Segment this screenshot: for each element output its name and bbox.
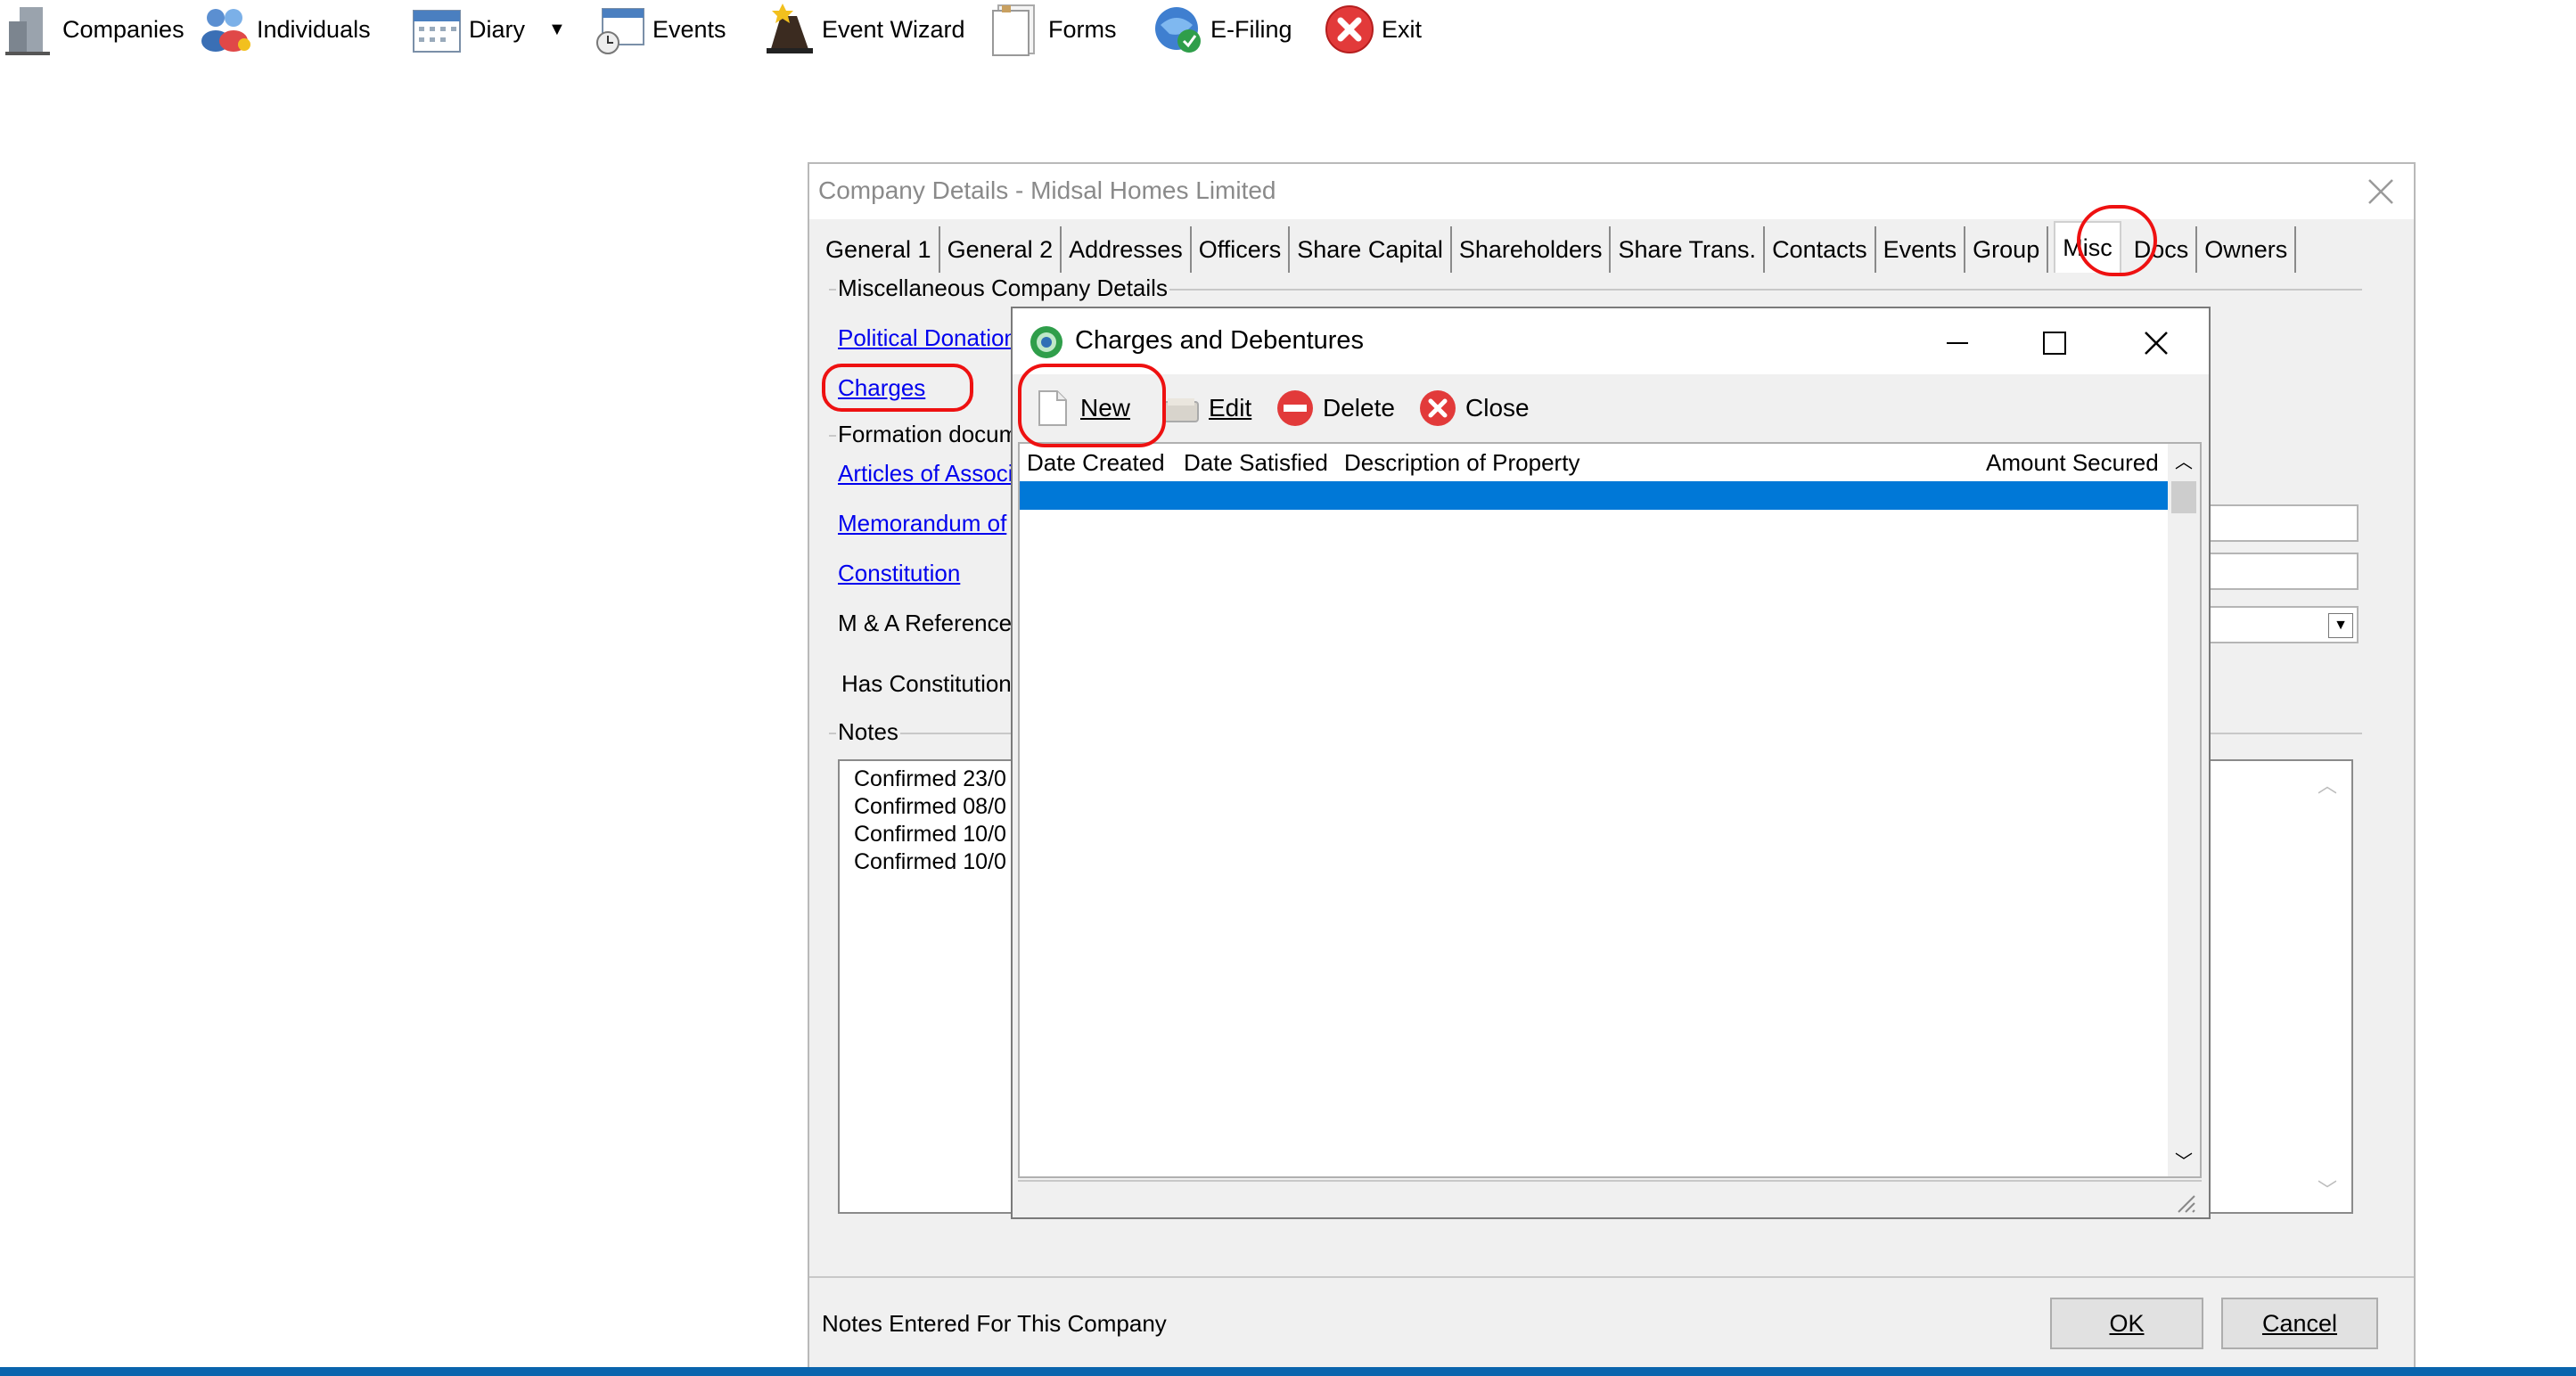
tab-share-capital[interactable]: Share Capital	[1290, 226, 1452, 273]
ma-reference-select[interactable]: ▼	[2209, 606, 2359, 643]
edit-label: Edit	[1209, 394, 1252, 422]
close-icon[interactable]	[2141, 328, 2171, 358]
articles-link[interactable]: Articles of Associ	[838, 460, 1013, 487]
close-icon[interactable]	[2366, 176, 2396, 207]
main-toolbar: Companies Individuals Diary ▼ Events Eve…	[0, 0, 2576, 59]
column-header-amount-secured[interactable]: Amount Secured	[1986, 449, 2159, 477]
ok-button[interactable]: OK	[2050, 1298, 2203, 1349]
close-label: Close	[1465, 394, 1530, 422]
formation-group-label: Formation docum	[836, 421, 1021, 448]
memorandum-field[interactable]	[2209, 504, 2359, 542]
chevron-down-icon[interactable]: ▼	[2328, 613, 2353, 638]
notes-group-label: Notes	[836, 718, 900, 746]
column-header-date-satisfied[interactable]: Date Satisfied	[1184, 449, 1328, 477]
efiling-icon	[1152, 2, 1205, 57]
toolbar-label: Companies	[62, 15, 185, 43]
taskbar-strip	[0, 1367, 2576, 1376]
events-icon	[594, 2, 647, 57]
annotation-circle-new	[1018, 364, 1166, 447]
note-line: Confirmed 10/0	[854, 822, 1006, 847]
chevron-down-icon[interactable]: ﹀	[2175, 1147, 2193, 1173]
horizontal-scrollbar[interactable]	[1018, 1180, 2202, 1217]
toolbar-event-wizard-button[interactable]: Event Wizard	[763, 0, 965, 59]
scroll-thumb[interactable]	[2171, 481, 2196, 513]
toolbar-label: Exit	[1382, 15, 1423, 43]
annotation-circle-charges	[822, 364, 973, 412]
close-button[interactable]: Close	[1417, 383, 1530, 433]
charges-debentures-dialog: Charges and Debentures New Edit Delete C…	[1011, 307, 2211, 1219]
toolbar-companies-button[interactable]: Companies	[4, 0, 185, 59]
exit-icon	[1323, 2, 1376, 57]
tab-officers[interactable]: Officers	[1191, 226, 1291, 273]
maximize-icon[interactable]	[2039, 328, 2070, 358]
tab-events[interactable]: Events	[1875, 226, 1966, 273]
constitution-field[interactable]	[2209, 553, 2359, 590]
toolbar-individuals-button[interactable]: Individuals	[198, 0, 371, 59]
tab-general-1[interactable]: General 1	[818, 226, 940, 273]
column-header-date-created[interactable]: Date Created	[1027, 449, 1165, 477]
window-title: Company Details - Midsal Homes Limited	[818, 176, 1276, 204]
delete-label: Delete	[1323, 394, 1395, 422]
dialog-titlebar: Charges and Debentures	[1013, 308, 2209, 374]
toolbar-label: Diary	[469, 15, 526, 43]
tab-owners[interactable]: Owners	[2197, 226, 2297, 273]
resize-grip-icon[interactable]	[2173, 1191, 2196, 1214]
tab-general-2[interactable]: General 2	[939, 226, 1062, 273]
diary-icon	[410, 2, 464, 57]
tab-strip: General 1 General 2 Addresses Officers S…	[818, 221, 2297, 273]
app-icon	[1029, 324, 1064, 360]
note-line: Confirmed 10/0	[854, 849, 1006, 874]
tab-shareholders[interactable]: Shareholders	[1451, 226, 1612, 273]
dialog-title: Charges and Debentures	[1075, 326, 1365, 355]
individuals-icon	[198, 2, 251, 57]
tab-share-trans[interactable]: Share Trans.	[1611, 226, 1766, 273]
has-constitution-label: Has Constitution	[841, 670, 1012, 697]
dialog-toolbar: New Edit Delete Close	[1013, 376, 2209, 440]
toolbar-label: Individuals	[257, 15, 371, 43]
toolbar-exit-button[interactable]: Exit	[1323, 0, 1422, 59]
toolbar-label: Forms	[1048, 15, 1117, 43]
vertical-scrollbar[interactable]: ︿ ﹀	[2168, 444, 2200, 1176]
toolbar-label: Event Wizard	[822, 15, 965, 43]
toolbar-diary-button[interactable]: Diary ▼	[410, 0, 566, 59]
toolbar-forms-button[interactable]: Forms	[989, 0, 1117, 59]
event-wizard-icon	[763, 2, 816, 57]
charges-list[interactable]: Date Created Date Satisfied Description …	[1018, 442, 2202, 1178]
political-donations-link[interactable]: Political Donation	[838, 324, 1017, 352]
note-line: Confirmed 08/0	[854, 794, 1006, 819]
ok-label: OK	[2109, 1309, 2145, 1337]
forms-icon	[989, 2, 1043, 57]
column-header-description[interactable]: Description of Property	[1344, 449, 1579, 477]
tab-addresses[interactable]: Addresses	[1062, 226, 1192, 273]
delete-button[interactable]: Delete	[1275, 383, 1395, 433]
window-titlebar: Company Details - Midsal Homes Limited	[809, 164, 2414, 219]
toolbar-label: E-Filing	[1210, 15, 1292, 43]
toolbar-efiling-button[interactable]: E-Filing	[1152, 0, 1292, 59]
toolbar-events-button[interactable]: Events	[594, 0, 726, 59]
constitution-link[interactable]: Constitution	[838, 560, 960, 587]
table-row[interactable]	[1020, 481, 2171, 510]
edit-icon	[1161, 388, 1202, 429]
cancel-button[interactable]: Cancel	[2221, 1298, 2378, 1349]
toolbar-label: Events	[652, 15, 726, 43]
companies-icon	[4, 2, 57, 57]
note-line: Confirmed 23/0	[854, 766, 1006, 791]
edit-button[interactable]: Edit	[1161, 383, 1251, 433]
ma-reference-label: M & A Reference	[838, 610, 1013, 636]
cancel-label: Cancel	[2261, 1309, 2338, 1337]
close-circle-icon	[1417, 388, 1458, 429]
minimize-icon[interactable]	[1940, 330, 1975, 356]
chevron-up-icon[interactable]: ︿	[2175, 447, 2193, 473]
tab-contacts[interactable]: Contacts	[1765, 226, 1876, 273]
window-footer: Notes Entered For This Company OK Cancel	[809, 1276, 2414, 1376]
memorandum-link[interactable]: Memorandum of	[838, 510, 1006, 537]
delete-icon	[1275, 388, 1316, 429]
chevron-up-icon[interactable]: ︿	[2318, 770, 2337, 799]
annotation-circle-misc	[2077, 205, 2157, 276]
status-text: Notes Entered For This Company	[822, 1310, 1167, 1337]
chevron-down-icon[interactable]: ▼	[548, 20, 566, 40]
tab-group[interactable]: Group	[1965, 226, 2049, 273]
misc-group-label: Miscellaneous Company Details	[836, 274, 1169, 302]
chevron-down-icon[interactable]: ﹀	[2318, 1175, 2337, 1203]
